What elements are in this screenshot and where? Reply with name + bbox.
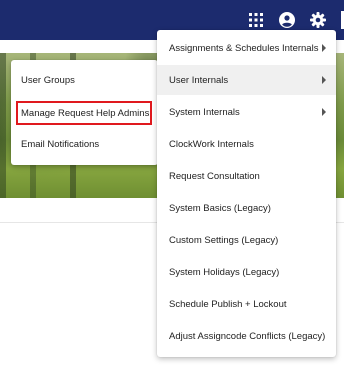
submenu-item-user-groups[interactable]: User Groups (11, 68, 158, 92)
menu-item-user-internals[interactable]: User Internals (157, 65, 336, 95)
menu-item-custom-settings[interactable]: Custom Settings (Legacy) (157, 225, 336, 255)
account-circle-icon[interactable] (278, 11, 296, 29)
menu-item-label: System Internals (169, 106, 240, 118)
menu-item-label: System Holidays (Legacy) (169, 266, 280, 278)
submenu-item-email-notifications[interactable]: Email Notifications (11, 132, 158, 156)
chevron-right-icon (322, 108, 326, 116)
menu-item-system-holidays[interactable]: System Holidays (Legacy) (157, 257, 336, 287)
chevron-right-icon (322, 44, 326, 52)
settings-gear-icon[interactable] (309, 11, 327, 29)
menu-item-label: Adjust Assigncode Conflicts (Legacy) (169, 330, 326, 342)
menu-item-label: Schedule Publish + Lockout (169, 298, 287, 310)
menu-item-schedule-publish-lockout[interactable]: Schedule Publish + Lockout (157, 289, 336, 319)
menu-item-system-basics[interactable]: System Basics (Legacy) (157, 193, 336, 223)
chevron-right-icon (322, 76, 326, 84)
menu-item-system-internals[interactable]: System Internals (157, 97, 336, 127)
apps-grid-icon[interactable] (247, 11, 265, 29)
menu-item-adjust-assigncode-conflicts[interactable]: Adjust Assigncode Conflicts (Legacy) (157, 321, 336, 351)
menu-item-label: User Internals (169, 74, 229, 86)
menu-item-label: ClockWork Internals (169, 138, 254, 150)
menu-item-clockwork-internals[interactable]: ClockWork Internals (157, 129, 336, 159)
menu-item-assignments-schedules-internals[interactable]: Assignments & Schedules Internals (157, 33, 336, 63)
menu-item-label: Custom Settings (Legacy) (169, 234, 279, 246)
highlight-annotation-box (16, 101, 152, 125)
menu-item-label: System Basics (Legacy) (169, 202, 271, 214)
menu-item-label: Request Consultation (169, 170, 260, 182)
settings-dropdown-menu: Assignments & Schedules Internals User I… (157, 30, 336, 357)
submenu-item-label: Email Notifications (21, 138, 100, 150)
menu-item-request-consultation[interactable]: Request Consultation (157, 161, 336, 191)
submenu-item-label: User Groups (21, 74, 75, 86)
menu-item-label: Assignments & Schedules Internals (169, 42, 319, 54)
